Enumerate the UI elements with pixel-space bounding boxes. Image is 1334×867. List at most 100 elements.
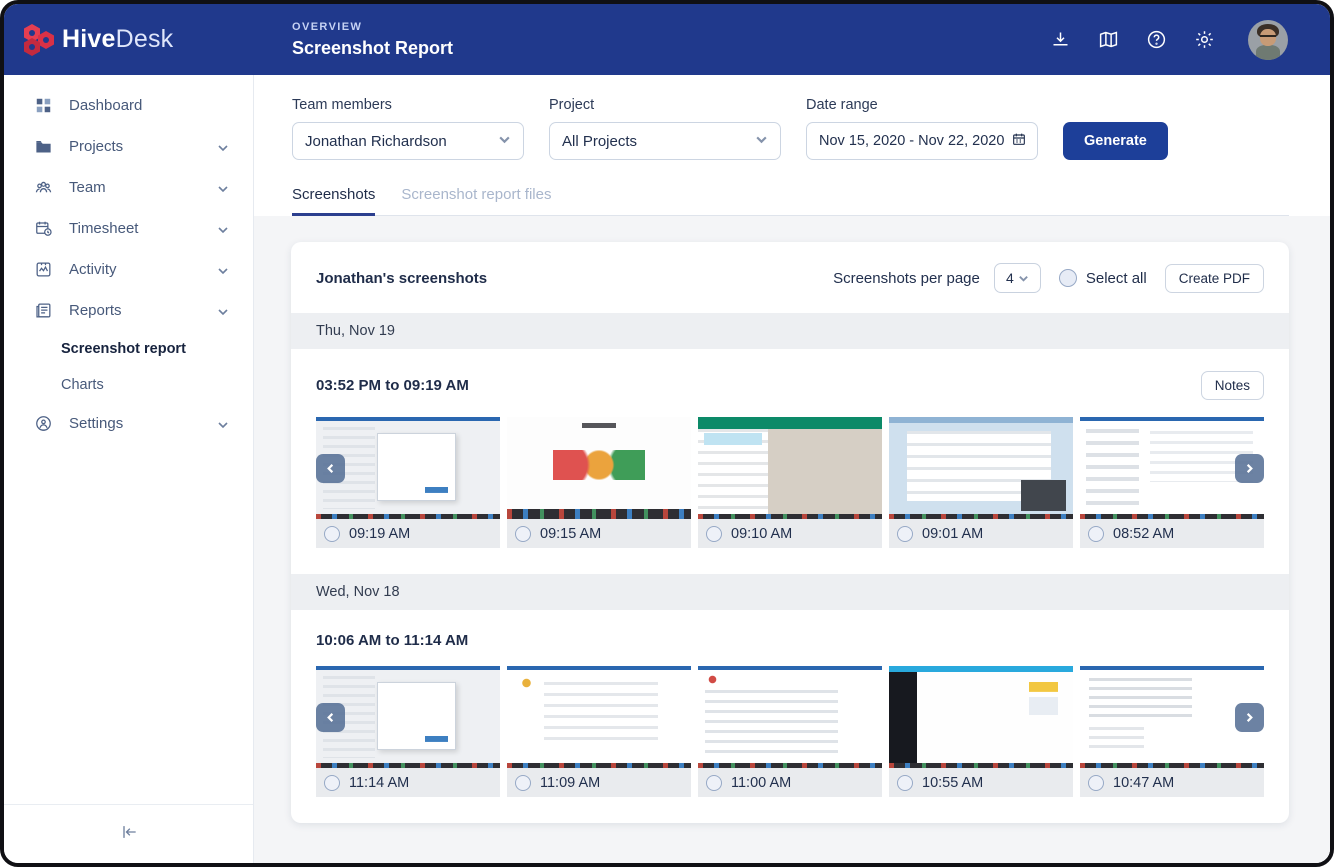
screenshot-time: 09:19 AM	[349, 526, 410, 542]
generate-button[interactable]: Generate	[1063, 122, 1168, 160]
previous-arrow-button[interactable]	[316, 703, 345, 732]
screenshot-checkbox[interactable]	[324, 775, 340, 791]
screenshot-thumbnail[interactable]: 11:14 AM	[316, 666, 500, 797]
screenshot-checkbox[interactable]	[897, 526, 913, 542]
screenshot-image[interactable]	[698, 417, 882, 519]
sidebar-item-screenshot-report[interactable]: Screenshot report	[4, 331, 253, 367]
time-range-title: 10:06 AM to 11:14 AM	[316, 632, 468, 649]
time-group: 03:52 PM to 09:19 AM Notes 09:19 AM 09:1…	[291, 349, 1289, 574]
screenshot-time: 11:14 AM	[349, 775, 409, 791]
help-icon[interactable]	[1146, 29, 1167, 50]
project-filter: Project All Projects	[549, 97, 781, 160]
breadcrumb: OVERVIEW	[292, 21, 453, 33]
day-section: Thu, Nov 19 03:52 PM to 09:19 AM Notes 0…	[291, 313, 1289, 574]
sidebar: Dashboard Projects Team Timesheet Activi…	[4, 75, 254, 863]
screenshot-thumbnail[interactable]: 11:00 AM	[698, 666, 882, 797]
sidebar-item-reports[interactable]: Reports	[4, 290, 253, 331]
screenshot-footer: 09:01 AM	[889, 519, 1073, 548]
collapse-sidebar-icon[interactable]	[116, 819, 142, 845]
sidebar-item-label: Timesheet	[69, 220, 138, 237]
sidebar-item-projects[interactable]: Projects	[4, 126, 253, 167]
team-members-value: Jonathan Richardson	[305, 133, 498, 150]
chevron-right-icon	[1244, 463, 1255, 474]
screenshot-thumbnail[interactable]: 09:10 AM	[698, 417, 882, 548]
date-range-input[interactable]: Nov 15, 2020 - Nov 22, 2020	[806, 122, 1038, 160]
screenshot-image[interactable]	[507, 666, 691, 768]
screenshot-thumbnail[interactable]: 08:52 AM	[1080, 417, 1264, 548]
user-avatar[interactable]	[1248, 20, 1288, 60]
sidebar-item-team[interactable]: Team	[4, 167, 253, 208]
per-page-select[interactable]: 4	[994, 263, 1041, 293]
sidebar-item-settings[interactable]: Settings	[4, 403, 253, 444]
screenshot-footer: 10:47 AM	[1080, 768, 1264, 797]
screenshot-time: 09:01 AM	[922, 526, 983, 542]
notes-button[interactable]: Notes	[1201, 371, 1264, 400]
screenshot-time: 11:09 AM	[540, 775, 600, 791]
screenshots-row: 11:14 AM 11:09 AM 11:00 AM 10:55 AM 10:4…	[316, 666, 1264, 797]
sidebar-item-charts[interactable]: Charts	[4, 367, 253, 403]
date-range-filter: Date range Nov 15, 2020 - Nov 22, 2020	[806, 97, 1038, 160]
screenshot-footer: 09:10 AM	[698, 519, 882, 548]
tab-screenshots[interactable]: Screenshots	[292, 186, 375, 216]
map-icon[interactable]	[1098, 29, 1119, 50]
chevron-down-icon	[217, 223, 229, 235]
screenshot-checkbox[interactable]	[897, 775, 913, 791]
sidebar-item-activity[interactable]: Activity	[4, 249, 253, 290]
time-group-header: 03:52 PM to 09:19 AM Notes	[316, 371, 1264, 400]
screenshot-image[interactable]	[889, 666, 1073, 768]
screenshot-image[interactable]	[507, 417, 691, 519]
project-label: Project	[549, 97, 781, 113]
create-pdf-button[interactable]: Create PDF	[1165, 264, 1264, 293]
screenshot-checkbox[interactable]	[706, 526, 722, 542]
time-group: 10:06 AM to 11:14 AM Notes 11:14 AM 11:0…	[291, 610, 1289, 823]
screenshot-checkbox[interactable]	[515, 775, 531, 791]
sidebar-footer	[4, 804, 253, 863]
report-tabs: Screenshots Screenshot report files	[254, 160, 1330, 216]
download-icon[interactable]	[1050, 29, 1071, 50]
tab-screenshot-report-files[interactable]: Screenshot report files	[401, 186, 551, 216]
screenshot-footer: 08:52 AM	[1080, 519, 1264, 548]
screenshot-checkbox[interactable]	[1088, 775, 1104, 791]
screenshot-checkbox[interactable]	[324, 526, 340, 542]
timesheet-icon	[34, 219, 53, 238]
screenshot-checkbox[interactable]	[706, 775, 722, 791]
page-heading: OVERVIEW Screenshot Report	[292, 21, 453, 59]
screenshot-thumbnail[interactable]: 09:01 AM	[889, 417, 1073, 548]
project-select[interactable]: All Projects	[549, 122, 781, 160]
screenshot-time: 08:52 AM	[1113, 526, 1174, 542]
brand-name: HiveDesk	[62, 25, 173, 54]
screenshot-thumbnail[interactable]: 09:15 AM	[507, 417, 691, 548]
previous-arrow-button[interactable]	[316, 454, 345, 483]
screenshot-image[interactable]	[889, 417, 1073, 519]
team-members-select[interactable]: Jonathan Richardson	[292, 122, 524, 160]
date-range-label: Date range	[806, 97, 1038, 113]
sidebar-item-timesheet[interactable]: Timesheet	[4, 208, 253, 249]
sidebar-item-label: Team	[69, 179, 106, 196]
screenshot-thumbnail[interactable]: 11:09 AM	[507, 666, 691, 797]
screenshot-checkbox[interactable]	[1088, 526, 1104, 542]
screenshot-image[interactable]	[698, 666, 882, 768]
sidebar-item-dashboard[interactable]: Dashboard	[4, 85, 253, 126]
sidebar-item-label: Reports	[69, 302, 122, 319]
panel-title: Jonathan's screenshots	[316, 270, 487, 287]
team-icon	[34, 178, 53, 197]
chevron-right-icon	[1244, 712, 1255, 723]
chevron-left-icon	[325, 463, 336, 474]
chevron-down-icon	[217, 182, 229, 194]
settings-icon[interactable]	[1194, 29, 1215, 50]
screenshot-time: 10:47 AM	[1113, 775, 1174, 791]
select-all-control[interactable]: Select all	[1059, 269, 1147, 287]
screenshot-thumbnail[interactable]: 10:47 AM	[1080, 666, 1264, 797]
next-arrow-button[interactable]	[1235, 454, 1264, 483]
screenshot-footer: 11:00 AM	[698, 768, 882, 797]
screenshot-thumbnail[interactable]: 09:19 AM	[316, 417, 500, 548]
brand-logo[interactable]: HiveDesk	[4, 23, 254, 57]
project-value: All Projects	[562, 133, 755, 150]
screenshot-checkbox[interactable]	[515, 526, 531, 542]
select-all-checkbox[interactable]	[1059, 269, 1077, 287]
screenshot-thumbnail[interactable]: 10:55 AM	[889, 666, 1073, 797]
next-arrow-button[interactable]	[1235, 703, 1264, 732]
folder-icon	[34, 137, 53, 156]
day-section: Wed, Nov 18 10:06 AM to 11:14 AM Notes 1…	[291, 574, 1289, 823]
brand-name-light: Desk	[116, 25, 174, 53]
